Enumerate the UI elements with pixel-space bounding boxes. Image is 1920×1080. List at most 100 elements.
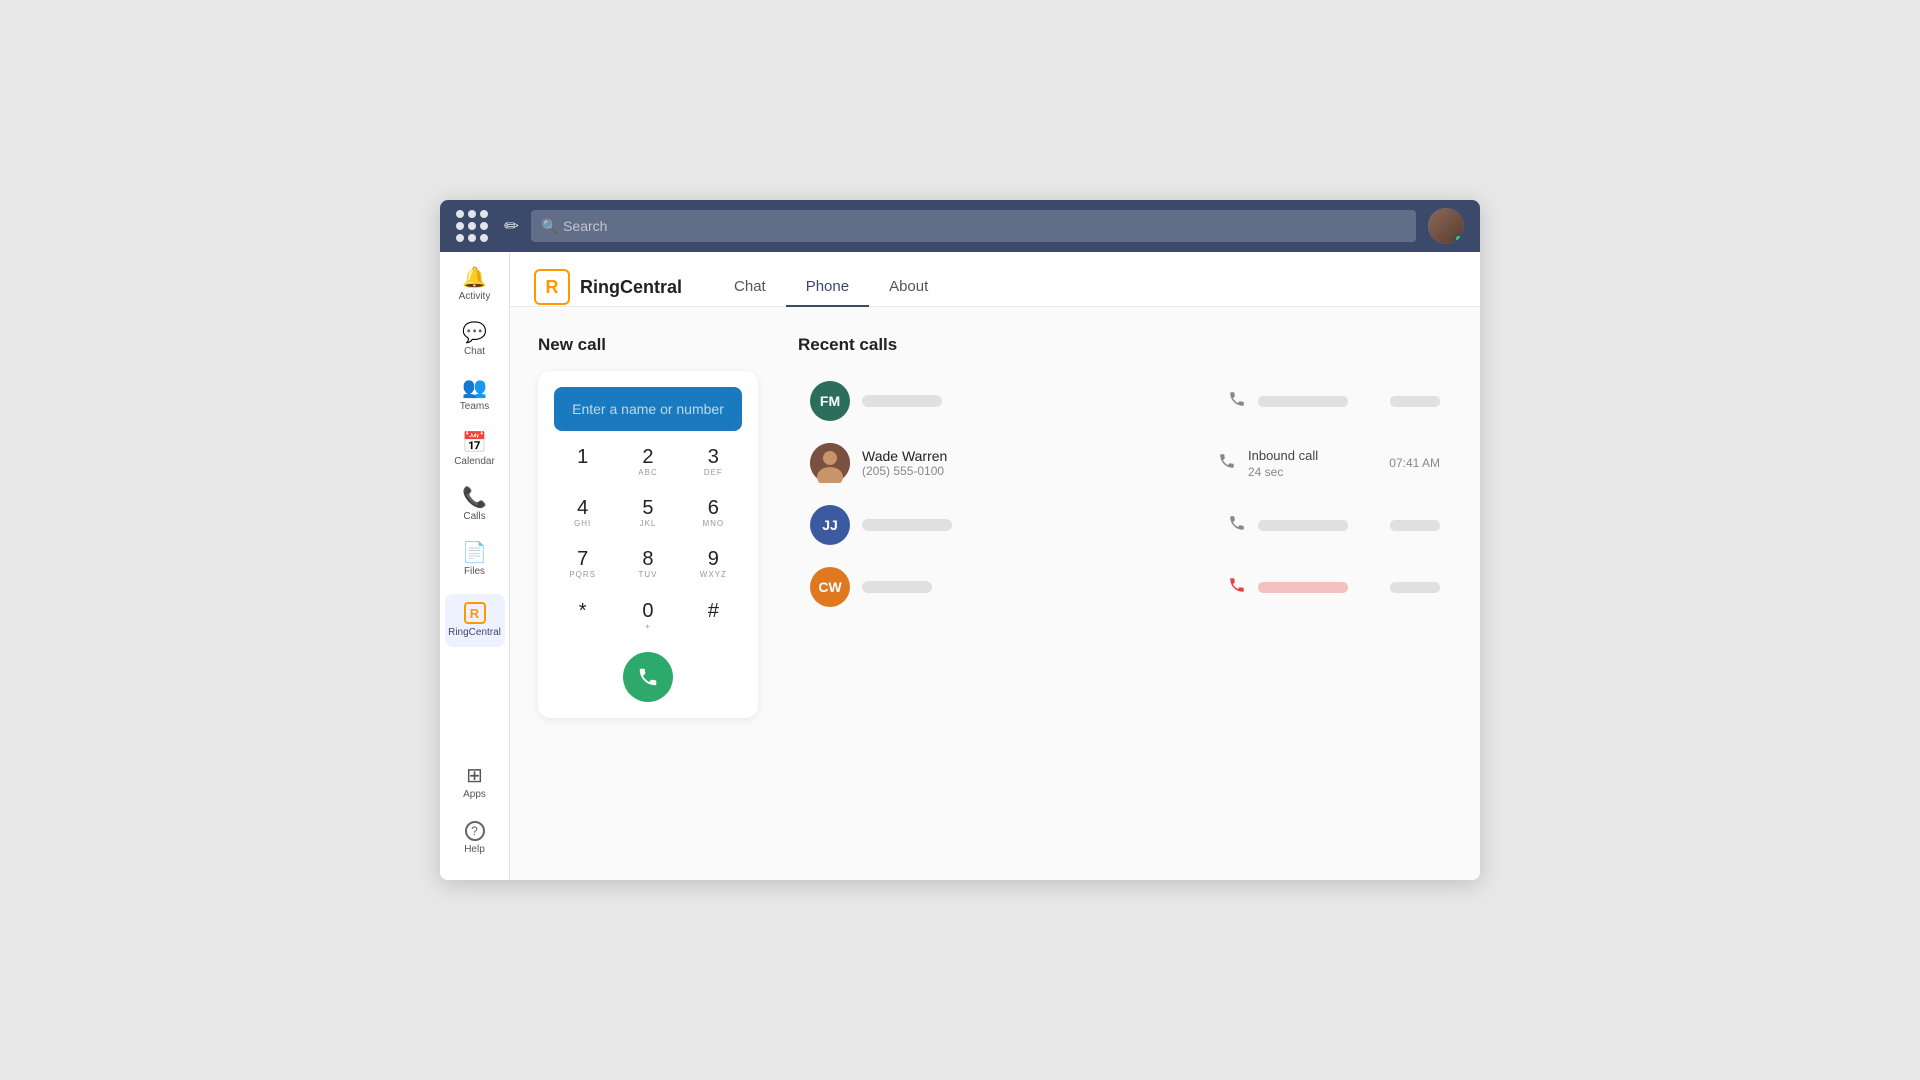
missed-call-icon	[1228, 576, 1246, 599]
dialpad-key-0[interactable]: 0 +	[619, 595, 676, 638]
left-nav: 🔔 Activity 💬 Chat 👥 Teams 📅 Calendar 📞 C…	[440, 252, 510, 880]
sidebar-item-files[interactable]: 📄 Files	[445, 535, 505, 586]
files-label: Files	[464, 566, 485, 578]
call-type-label: Inbound call	[1248, 448, 1368, 463]
dialpad-key-hash[interactable]: #	[685, 595, 742, 638]
dialpad-key-6[interactable]: 6 MNO	[685, 492, 742, 535]
calendar-icon: 📅	[462, 433, 487, 453]
user-avatar[interactable]	[1428, 208, 1464, 244]
sidebar-item-apps[interactable]: ⊞ Apps	[445, 758, 505, 809]
call-info	[862, 395, 1216, 407]
sidebar-item-chat[interactable]: 💬 Chat	[445, 315, 505, 366]
wade-warren-photo	[810, 443, 850, 483]
calls-icon: 📞	[462, 488, 487, 508]
call-type-info	[1258, 520, 1378, 531]
main-area: 🔔 Activity 💬 Chat 👥 Teams 📅 Calendar 📞 C…	[440, 252, 1480, 880]
app-header: R RingCentral Chat Phone About	[510, 252, 1480, 307]
caller-avatar: FM	[810, 381, 850, 421]
tab-chat[interactable]: Chat	[714, 268, 786, 307]
dialpad-key-8[interactable]: 8 TUV	[619, 543, 676, 586]
dialpad-grid: 1 2 ABC 3 DEF	[554, 441, 742, 638]
calls-label: Calls	[463, 511, 485, 523]
call-type-icon	[1228, 514, 1246, 537]
dialpad-key-1[interactable]: 1	[554, 441, 611, 484]
missed-call-type-placeholder	[1258, 582, 1348, 593]
call-time-placeholder	[1390, 520, 1440, 531]
dialpad-key-3[interactable]: 3 DEF	[685, 441, 742, 484]
teams-icon: 👥	[462, 378, 487, 398]
sidebar-item-calls[interactable]: 📞 Calls	[445, 480, 505, 531]
call-type-info: Inbound call 24 sec	[1248, 448, 1368, 479]
call-info	[862, 581, 1216, 593]
ringcentral-label: RingCentral	[448, 627, 501, 639]
calendar-label: Calendar	[454, 456, 495, 468]
files-icon: 📄	[462, 543, 487, 563]
sidebar-item-teams[interactable]: 👥 Teams	[445, 370, 505, 421]
app-logo-icon: R	[534, 269, 570, 305]
sidebar-item-calendar[interactable]: 📅 Calendar	[445, 425, 505, 476]
call-row[interactable]: Wade Warren (205) 555-0100 Inbound call …	[798, 433, 1452, 493]
call-row[interactable]: JJ	[798, 495, 1452, 555]
dialpad-key-7[interactable]: 7 PQRS	[554, 543, 611, 586]
dialpad-card: 1 2 ABC 3 DEF	[538, 371, 758, 718]
sidebar-item-activity[interactable]: 🔔 Activity	[445, 260, 505, 311]
tab-about[interactable]: About	[869, 268, 948, 307]
activity-label: Activity	[459, 291, 491, 303]
caller-phone: (205) 555-0100	[862, 464, 1206, 478]
caller-name: Wade Warren	[862, 448, 1206, 464]
apps-label: Apps	[463, 789, 486, 801]
teams-label: Teams	[460, 401, 489, 413]
compose-button[interactable]: ✏	[504, 216, 519, 237]
content-area: R RingCentral Chat Phone About New call	[510, 252, 1480, 880]
dialpad-key-star[interactable]: *	[554, 595, 611, 638]
ringcentral-icon: R	[464, 602, 486, 624]
call-time-placeholder	[1390, 582, 1440, 593]
sidebar-item-help[interactable]: ? Help	[445, 813, 505, 864]
app-name: RingCentral	[580, 277, 682, 298]
call-info: Wade Warren (205) 555-0100	[862, 448, 1206, 478]
call-type-info	[1258, 396, 1378, 407]
caller-name-placeholder	[862, 519, 952, 531]
call-type-icon	[1218, 452, 1236, 475]
help-icon: ?	[465, 821, 485, 841]
caller-name-placeholder	[862, 395, 942, 407]
new-call-section: New call 1 2 ABC	[538, 335, 758, 852]
chat-icon: 💬	[462, 323, 487, 343]
apps-icon: ⊞	[466, 766, 483, 786]
caller-avatar: CW	[810, 567, 850, 607]
search-container: 🔍	[531, 210, 1416, 242]
caller-name-placeholder	[862, 581, 932, 593]
help-label: Help	[464, 844, 485, 856]
new-call-title: New call	[538, 335, 758, 355]
call-list: FM	[798, 371, 1452, 617]
call-type-info	[1258, 582, 1378, 593]
call-row[interactable]: CW	[798, 557, 1452, 617]
tab-phone[interactable]: Phone	[786, 268, 869, 307]
dialpad-input[interactable]	[554, 387, 742, 431]
top-bar: ✏ 🔍	[440, 200, 1480, 252]
call-type-placeholder	[1258, 396, 1348, 407]
dialpad-key-4[interactable]: 4 GHI	[554, 492, 611, 535]
recent-calls-title: Recent calls	[798, 335, 1452, 355]
chat-label: Chat	[464, 346, 485, 358]
nav-bottom: ⊞ Apps ? Help	[445, 758, 505, 872]
sidebar-item-ringcentral[interactable]: R RingCentral	[445, 594, 505, 647]
call-button[interactable]	[623, 652, 673, 702]
dialpad-key-2[interactable]: 2 ABC	[619, 441, 676, 484]
call-time-placeholder	[1390, 396, 1440, 407]
call-type-icon	[1228, 390, 1246, 413]
call-row[interactable]: FM	[798, 371, 1452, 431]
app-logo-wrap: R RingCentral	[534, 269, 682, 305]
search-input[interactable]	[531, 210, 1416, 242]
grid-menu-button[interactable]	[456, 210, 488, 242]
call-duration: 24 sec	[1248, 465, 1368, 479]
call-type-placeholder	[1258, 520, 1348, 531]
call-time: 07:41 AM	[1380, 456, 1440, 470]
dialpad-key-5[interactable]: 5 JKL	[619, 492, 676, 535]
phone-call-icon	[637, 666, 659, 688]
recent-calls-section: Recent calls FM	[798, 335, 1452, 852]
dialpad-key-9[interactable]: 9 WXYZ	[685, 543, 742, 586]
phone-content: New call 1 2 ABC	[510, 307, 1480, 880]
app-window: ✏ 🔍 🔔 Activity 💬 Chat 👥 Teams	[440, 200, 1480, 880]
call-info	[862, 519, 1216, 531]
